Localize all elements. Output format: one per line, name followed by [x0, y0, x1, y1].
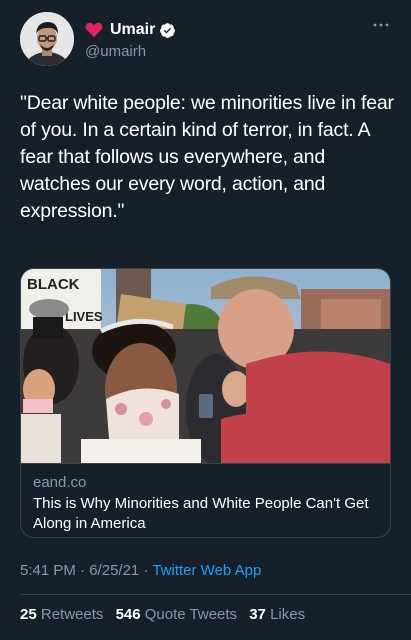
retweets-stat[interactable]: 25 Retweets — [20, 606, 103, 623]
more-options-icon[interactable] — [373, 22, 389, 28]
retweets-label: Retweets — [40, 606, 104, 623]
avatar[interactable] — [20, 12, 74, 66]
user-portrait-icon — [20, 12, 74, 66]
tweet-date[interactable]: 6/25/21 — [89, 562, 139, 579]
likes-label: Likes — [270, 606, 306, 623]
divider — [20, 594, 411, 595]
engagement-stats: 25 Retweets 546 Quote Tweets 37 Likes — [20, 606, 313, 623]
card-domain: eand.co — [33, 474, 87, 491]
card-title: This is Why Minorities and White People … — [33, 495, 369, 532]
quote-tweets-stat[interactable]: 546 Quote Tweets — [116, 606, 237, 623]
protest-photo-icon: BLACK LIVES — [21, 269, 390, 464]
likes-count: 37 — [249, 606, 266, 623]
sign-text-1: BLACK — [27, 276, 80, 293]
quote-tweets-count: 546 — [115, 606, 141, 623]
sign-text-2: LIVES — [65, 309, 103, 324]
tweet-meta: 5:41 PM · 6/25/21 · Twitter Web App — [20, 562, 261, 579]
author-name-row[interactable]: Umair — [85, 20, 176, 40]
tweet-text: "Dear white people: we minorities live i… — [20, 92, 394, 222]
retweets-count: 25 — [20, 606, 37, 623]
meta-separator-2: · — [143, 562, 149, 579]
link-preview-card[interactable]: BLACK LIVES eand.co This is Why Minoriti… — [20, 268, 391, 538]
heart-icon — [85, 22, 103, 38]
author-handle[interactable]: @umairh — [85, 43, 146, 60]
quote-tweets-label: Quote Tweets — [144, 606, 238, 623]
display-name[interactable]: Umair — [110, 21, 155, 39]
tweet-source-link[interactable]: Twitter Web App — [152, 562, 261, 579]
tweet-detail: Umair @umairh "Dear white people: we min… — [0, 0, 411, 640]
meta-separator: · — [80, 562, 86, 579]
verified-badge-icon — [160, 22, 176, 38]
tweet-time[interactable]: 5:41 PM — [20, 562, 76, 579]
likes-stat[interactable]: 37 Likes — [249, 606, 305, 623]
